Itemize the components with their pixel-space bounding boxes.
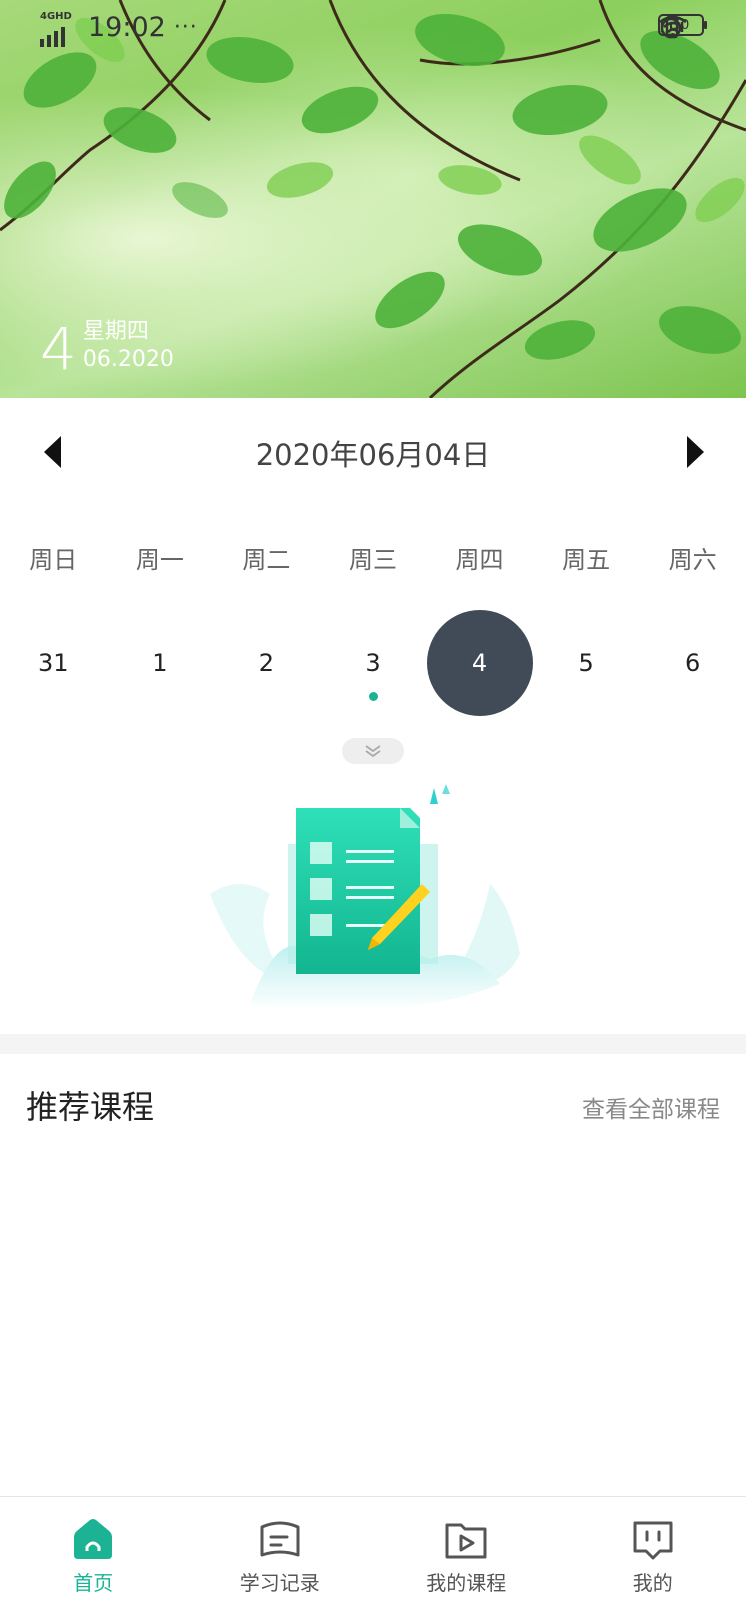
- weekday-label: 周五: [533, 540, 640, 575]
- tab-home[interactable]: 首页: [0, 1497, 187, 1601]
- date-number: 4: [472, 649, 487, 677]
- status-time: 19:02: [88, 12, 166, 43]
- tab-profile[interactable]: 我的: [560, 1497, 746, 1601]
- event-dot: [369, 692, 378, 701]
- weekday-row: 周日 周一 周二 周三 周四 周五 周六: [0, 540, 746, 575]
- tab-my-courses[interactable]: 我的课程: [373, 1497, 560, 1601]
- recommended-courses-title: 推荐课程: [26, 1082, 154, 1128]
- empty-notes-illustration: [200, 784, 540, 1024]
- weekday-label: 周六: [639, 540, 746, 575]
- more-dots-icon: ···: [174, 15, 198, 40]
- view-all-courses-link[interactable]: 查看全部课程: [582, 1090, 720, 1124]
- network-type: 4GHD: [40, 11, 72, 22]
- header-banner: 4GHD 19:02 ···: [0, 0, 746, 398]
- expand-calendar-button[interactable]: [342, 738, 404, 764]
- my-courses-icon: [443, 1517, 489, 1563]
- tab-study-record[interactable]: 学习记录: [187, 1497, 374, 1601]
- weekday-label: 周日: [0, 540, 107, 575]
- date-cell[interactable]: 3: [320, 610, 427, 716]
- next-arrow-icon[interactable]: [687, 436, 704, 468]
- date-number: 6: [685, 649, 700, 677]
- date-number: 2: [259, 649, 274, 677]
- date-number: 5: [578, 649, 593, 677]
- signal-icon: 4GHD: [40, 13, 74, 43]
- hero-month-year: 06.2020: [83, 346, 174, 374]
- date-cell[interactable]: 5: [533, 610, 640, 716]
- weekday-label: 周一: [107, 540, 214, 575]
- status-bar: 4GHD 19:02 ···: [0, 0, 746, 56]
- study-record-icon: [257, 1517, 303, 1563]
- tab-label: 我的: [633, 1567, 673, 1596]
- weekday-label: 周四: [426, 540, 533, 575]
- section-divider: [0, 1034, 746, 1054]
- home-icon: [70, 1517, 116, 1563]
- tab-label: 学习记录: [240, 1567, 320, 1596]
- date-cell[interactable]: 31: [0, 610, 107, 716]
- chevron-down-icon: [363, 744, 383, 758]
- date-number: 1: [152, 649, 167, 677]
- weekday-label: 周二: [213, 540, 320, 575]
- date-cell-selected[interactable]: 4: [426, 610, 533, 716]
- date-row: 31 1 2 3 4 5 6: [0, 610, 746, 716]
- calendar-title: 2020年06月04日: [0, 432, 746, 474]
- battery-icon: 50: [658, 14, 704, 36]
- hero-date: 4 星期四 06.2020: [40, 318, 174, 378]
- date-cell[interactable]: 1: [107, 610, 214, 716]
- date-number: 31: [38, 649, 69, 677]
- date-number: 3: [365, 649, 380, 677]
- date-cell[interactable]: 6: [639, 610, 746, 716]
- date-cell[interactable]: 2: [213, 610, 320, 716]
- tab-label: 首页: [73, 1567, 113, 1596]
- hero-day: 4: [40, 320, 77, 378]
- profile-icon: [630, 1517, 676, 1563]
- tab-label: 我的课程: [426, 1567, 506, 1596]
- calendar-header: 2020年06月04日: [0, 398, 746, 508]
- battery-level: 50: [673, 18, 690, 33]
- bottom-tab-bar: 首页 学习记录 我的课程 我的: [0, 1496, 746, 1601]
- hero-weekday: 星期四: [83, 318, 174, 346]
- weekday-label: 周三: [320, 540, 427, 575]
